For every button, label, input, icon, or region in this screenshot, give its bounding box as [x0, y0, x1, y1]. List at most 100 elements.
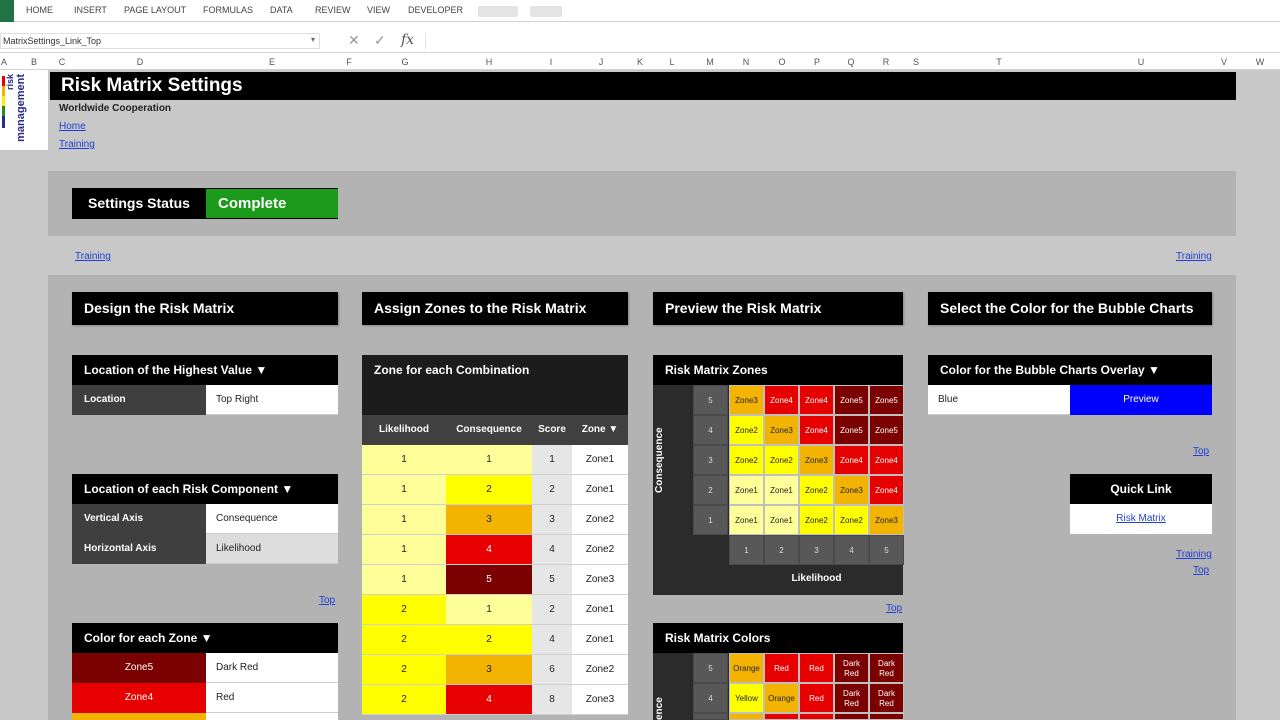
- tab-page-layout[interactable]: PAGE LAYOUT: [124, 5, 186, 15]
- risk-matrix-colors-title: Risk Matrix Colors: [653, 623, 903, 653]
- column-header[interactable]: W: [1256, 57, 1265, 67]
- column-header[interactable]: U: [1138, 57, 1145, 67]
- column-header[interactable]: R: [883, 57, 890, 67]
- chevron-down-icon[interactable]: ▾: [311, 35, 315, 44]
- column-header[interactable]: M: [706, 57, 714, 67]
- column-score: Score: [532, 415, 572, 445]
- zone-cell[interactable]: Zone1: [572, 595, 628, 625]
- tab-developer[interactable]: DEVELOPER: [408, 5, 463, 15]
- zone-preview-cell: Zone3: [834, 475, 869, 505]
- top-link[interactable]: Top: [1193, 565, 1209, 576]
- likelihood-cell: 1: [362, 445, 446, 475]
- bubble-color-select[interactable]: Blue: [928, 385, 1070, 415]
- name-box[interactable]: MatrixSettings_Link_Top ▾: [0, 33, 320, 49]
- consequence-level: 4: [693, 683, 728, 713]
- insert-function-icon[interactable]: fx: [401, 32, 414, 48]
- tab-blurred[interactable]: [478, 6, 518, 17]
- column-header[interactable]: P: [814, 57, 820, 67]
- training-link[interactable]: Training: [59, 139, 95, 150]
- column-header[interactable]: C: [59, 57, 66, 67]
- column-header[interactable]: F: [346, 57, 352, 67]
- zone-cell[interactable]: Zone1: [572, 475, 628, 505]
- column-header[interactable]: T: [996, 57, 1002, 67]
- component-location-title[interactable]: Location of each Risk Component ▼: [72, 474, 338, 504]
- excel-file-tab[interactable]: [0, 0, 14, 22]
- color-preview-cell: [764, 713, 799, 720]
- tab-review[interactable]: REVIEW: [315, 5, 351, 15]
- column-header[interactable]: J: [599, 57, 604, 67]
- column-header[interactable]: B: [31, 57, 37, 67]
- top-link[interactable]: Top: [319, 595, 335, 606]
- zone-color-title[interactable]: Color for each Zone ▼: [72, 623, 338, 653]
- tab-insert[interactable]: INSERT: [74, 5, 107, 15]
- consequence-level: 5: [693, 385, 728, 415]
- column-header[interactable]: S: [913, 57, 919, 67]
- top-link[interactable]: Top: [886, 603, 902, 614]
- home-link[interactable]: Home: [59, 121, 86, 132]
- consequence-cell: 5: [446, 565, 532, 595]
- tab-blurred[interactable]: [530, 6, 562, 17]
- color-preview-cell: Yellow: [729, 683, 764, 713]
- zone-cell[interactable]: Zone3: [572, 565, 628, 595]
- risk-matrix-link[interactable]: Risk Matrix: [1116, 513, 1165, 524]
- check-icon[interactable]: ✓: [374, 32, 386, 49]
- column-header[interactable]: L: [669, 57, 674, 67]
- zone-preview-cell: Zone4: [869, 475, 904, 505]
- consequence-level: 2: [693, 475, 728, 505]
- likelihood-level: 4: [834, 535, 869, 565]
- column-header[interactable]: I: [550, 57, 553, 67]
- zone-cell[interactable]: Zone1: [572, 625, 628, 655]
- zone-preview-cell: Zone3: [869, 505, 904, 535]
- zone-cell[interactable]: Zone3: [572, 685, 628, 715]
- quick-link-title: Quick Link: [1070, 474, 1212, 504]
- assign-zones-header: Assign Zones to the Risk Matrix: [362, 292, 628, 325]
- ribbon: HOME INSERT PAGE LAYOUT FORMULAS DATA RE…: [0, 0, 1280, 22]
- zone-cell[interactable]: Zone2: [572, 505, 628, 535]
- zone-cell[interactable]: Zone1: [572, 445, 628, 475]
- column-header[interactable]: A: [1, 57, 7, 67]
- column-header[interactable]: K: [637, 57, 643, 67]
- color-preview-cell: Dark Red: [869, 653, 904, 683]
- zone-color-select[interactable]: [206, 713, 338, 720]
- zone-cell[interactable]: Zone2: [572, 655, 628, 685]
- horizontal-axis-select[interactable]: Likelihood: [206, 534, 338, 564]
- location-label: Location: [72, 385, 206, 415]
- column-header[interactable]: E: [269, 57, 275, 67]
- consequence-cell: 3: [446, 505, 532, 535]
- column-header[interactable]: Q: [847, 57, 854, 67]
- consequence-level: 3: [693, 445, 728, 475]
- consequence-level: [693, 713, 728, 720]
- zone-color-select[interactable]: Red: [206, 683, 338, 713]
- color-preview-cell: Red: [799, 653, 834, 683]
- column-header[interactable]: N: [743, 57, 750, 67]
- vertical-axis-select[interactable]: Consequence: [206, 504, 338, 534]
- location-select[interactable]: Top Right: [206, 385, 338, 415]
- column-header[interactable]: V: [1221, 57, 1227, 67]
- column-consequence: Consequence: [446, 415, 532, 445]
- training-link-right[interactable]: Training: [1176, 251, 1212, 262]
- bubble-overlay-title[interactable]: Color for the Bubble Charts Overlay ▼: [928, 355, 1212, 385]
- risk-matrix-zones-title: Risk Matrix Zones: [653, 355, 903, 385]
- tab-data[interactable]: DATA: [270, 5, 293, 15]
- location-highest-title[interactable]: Location of the Highest Value ▼: [72, 355, 338, 385]
- formula-input[interactable]: [425, 33, 1280, 49]
- column-header[interactable]: D: [137, 57, 144, 67]
- color-preview-cell: Red: [799, 683, 834, 713]
- tab-view[interactable]: VIEW: [367, 5, 390, 15]
- top-link[interactable]: Top: [1193, 446, 1209, 457]
- zone-cell[interactable]: Zone2: [572, 535, 628, 565]
- tab-home[interactable]: HOME: [26, 5, 53, 15]
- training-link-left[interactable]: Training: [75, 251, 111, 262]
- training-link[interactable]: Training: [1176, 549, 1212, 560]
- column-header[interactable]: G: [401, 57, 408, 67]
- color-preview-cell: [799, 713, 834, 720]
- likelihood-cell: 2: [362, 625, 446, 655]
- likelihood-level: 2: [764, 535, 799, 565]
- column-header[interactable]: O: [778, 57, 785, 67]
- column-zone[interactable]: Zone ▼: [572, 415, 628, 445]
- tab-formulas[interactable]: FORMULAS: [203, 5, 253, 15]
- cancel-icon[interactable]: ✕: [348, 32, 360, 49]
- column-header[interactable]: H: [486, 57, 493, 67]
- page-title: Risk Matrix Settings: [50, 72, 1236, 100]
- zone-color-select[interactable]: Dark Red: [206, 653, 338, 683]
